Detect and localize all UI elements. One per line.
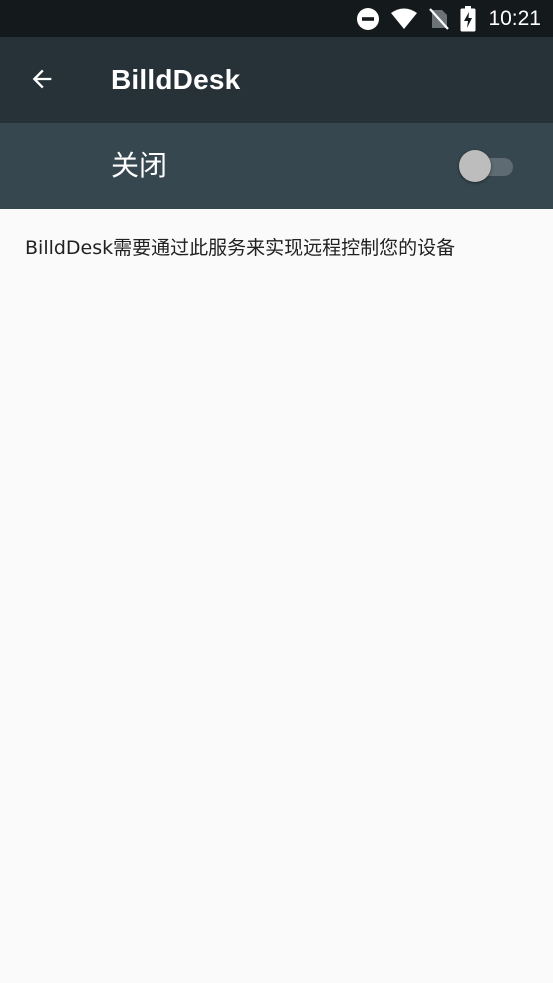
status-icons: 10:21	[356, 0, 541, 37]
no-sim-icon	[428, 7, 450, 31]
status-time: 10:21	[488, 7, 541, 30]
master-switch-bar[interactable]: 关闭	[0, 123, 553, 209]
service-toggle-switch[interactable]	[459, 150, 515, 182]
wifi-icon	[390, 7, 418, 31]
back-button[interactable]	[18, 57, 66, 105]
app-bar: BilldDesk	[0, 37, 553, 123]
battery-charging-icon	[460, 5, 476, 32]
do-not-disturb-icon	[356, 7, 380, 31]
service-description: BilldDesk需要通过此服务来实现远程控制您的设备	[25, 237, 456, 259]
status-bar: 10:21	[0, 0, 553, 37]
screen: 10:21 BilldDesk 关闭 BilldDesk需要通过此服务来实现远程…	[0, 0, 553, 983]
switch-thumb	[459, 150, 491, 182]
arrow-back-icon	[28, 65, 56, 97]
page-title: BilldDesk	[111, 64, 241, 95]
switch-label: 关闭	[111, 149, 168, 182]
